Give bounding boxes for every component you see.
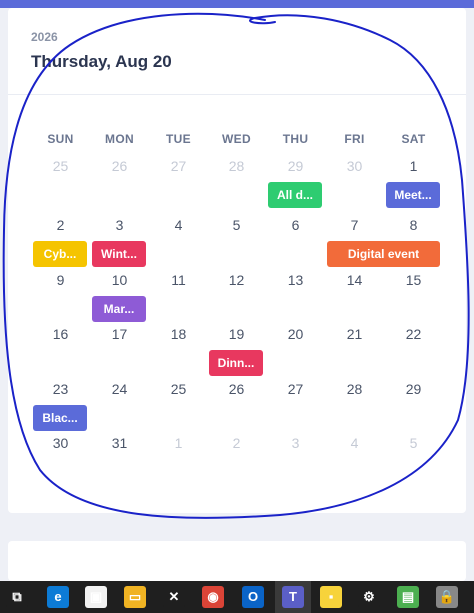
file-explorer-icon[interactable]: ▭ xyxy=(124,586,146,608)
calendar-event[interactable]: Digital event xyxy=(327,241,440,267)
top-accent-bar xyxy=(0,0,474,8)
day-cell[interactable]: 27 xyxy=(266,381,325,397)
weekday-header-sat: SAT xyxy=(401,132,426,146)
day-cell[interactable]: 21 xyxy=(325,326,384,342)
weekday-header-mon: MON xyxy=(105,132,134,146)
day-cell[interactable]: 17 xyxy=(90,326,149,342)
weekday-header-wed: WED xyxy=(222,132,251,146)
day-cell[interactable]: 12 xyxy=(207,272,266,288)
day-cell[interactable]: 25 xyxy=(149,381,208,397)
calendar-header: 2026 Thursday, Aug 20 xyxy=(8,8,466,95)
day-cell[interactable]: 10 xyxy=(90,272,149,288)
day-cell[interactable]: 23 xyxy=(31,381,90,397)
app-store-icon[interactable]: ▤ xyxy=(397,586,419,608)
day-cell[interactable]: 9 xyxy=(31,272,90,288)
day-cell[interactable]: 13 xyxy=(266,272,325,288)
day-cell[interactable]: 3 xyxy=(266,435,325,451)
day-cell[interactable]: 8 xyxy=(384,217,443,233)
store-icon[interactable]: ▣ xyxy=(85,586,107,608)
secondary-card xyxy=(8,541,466,581)
calendar-event[interactable]: Mar... xyxy=(92,296,146,322)
day-cell[interactable]: 15 xyxy=(384,272,443,288)
day-cell[interactable]: 18 xyxy=(149,326,208,342)
calendar-event[interactable]: All d... xyxy=(268,182,322,208)
weekday-header-fri: FRI xyxy=(344,132,365,146)
day-cell[interactable]: 30 xyxy=(325,158,384,174)
day-cell[interactable]: 2 xyxy=(31,217,90,233)
day-cell[interactable]: 1 xyxy=(384,158,443,174)
day-cell[interactable]: 22 xyxy=(384,326,443,342)
sticky-notes-icon[interactable]: ▪ xyxy=(320,586,342,608)
chrome-icon[interactable]: ◉ xyxy=(202,586,224,608)
day-cell[interactable]: 2 xyxy=(207,435,266,451)
edge-icon[interactable]: e xyxy=(47,586,69,608)
day-cell[interactable]: 29 xyxy=(266,158,325,174)
windows-taskbar: ⧉ e ▣ ▭ ✕ ◉ O T ▪ ⚙ ▤ 🔒 xyxy=(0,581,474,613)
day-cell[interactable]: 4 xyxy=(149,217,208,233)
day-cell[interactable]: 20 xyxy=(266,326,325,342)
day-cell[interactable]: 5 xyxy=(384,435,443,451)
calendar-event[interactable]: Cyb... xyxy=(33,241,87,267)
day-cell[interactable]: 31 xyxy=(90,435,149,451)
security-lock-icon[interactable]: 🔒 xyxy=(436,586,458,608)
calendar-event[interactable]: Dinn... xyxy=(209,350,263,376)
day-cell[interactable]: 29 xyxy=(384,381,443,397)
day-cell[interactable]: 28 xyxy=(207,158,266,174)
day-cell[interactable]: 26 xyxy=(207,381,266,397)
settings-icon[interactable]: ⚙ xyxy=(358,586,380,608)
task-view-icon[interactable]: ⧉ xyxy=(6,586,28,608)
weekday-header-sun: SUN xyxy=(47,132,74,146)
calendar-card: 2026 Thursday, Aug 20 SUN MON TUE WED THU FRI… xyxy=(8,8,466,513)
day-cell[interactable]: 25 xyxy=(31,158,90,174)
day-cell[interactable]: 26 xyxy=(90,158,149,174)
calendar-event[interactable]: Meet... xyxy=(386,182,440,208)
selected-date-title: Thursday, Aug 20 xyxy=(31,52,172,71)
year-label: 2026 xyxy=(31,30,58,44)
day-cell[interactable]: 27 xyxy=(149,158,208,174)
weekday-header-thu: THU xyxy=(282,132,309,146)
weekday-header-tue: TUE xyxy=(166,132,191,146)
day-cell[interactable]: 16 xyxy=(31,326,90,342)
day-cell[interactable]: 14 xyxy=(325,272,384,288)
day-cell[interactable]: 6 xyxy=(266,217,325,233)
day-cell[interactable]: 4 xyxy=(325,435,384,451)
teams-icon[interactable]: T xyxy=(282,586,304,608)
calendar-event[interactable]: Blac... xyxy=(33,405,87,431)
day-cell[interactable]: 3 xyxy=(90,217,149,233)
day-cell[interactable]: 11 xyxy=(149,272,208,288)
day-cell[interactable]: 28 xyxy=(325,381,384,397)
outlook-icon[interactable]: O xyxy=(242,586,264,608)
calendar-event[interactable]: Wint... xyxy=(92,241,146,267)
day-cell[interactable]: 1 xyxy=(149,435,208,451)
day-cell[interactable]: 30 xyxy=(31,435,90,451)
day-cell[interactable]: 19 xyxy=(207,326,266,342)
xmind-icon[interactable]: ✕ xyxy=(163,586,185,608)
day-cell[interactable]: 24 xyxy=(90,381,149,397)
day-cell[interactable]: 7 xyxy=(325,217,384,233)
day-cell[interactable]: 5 xyxy=(207,217,266,233)
